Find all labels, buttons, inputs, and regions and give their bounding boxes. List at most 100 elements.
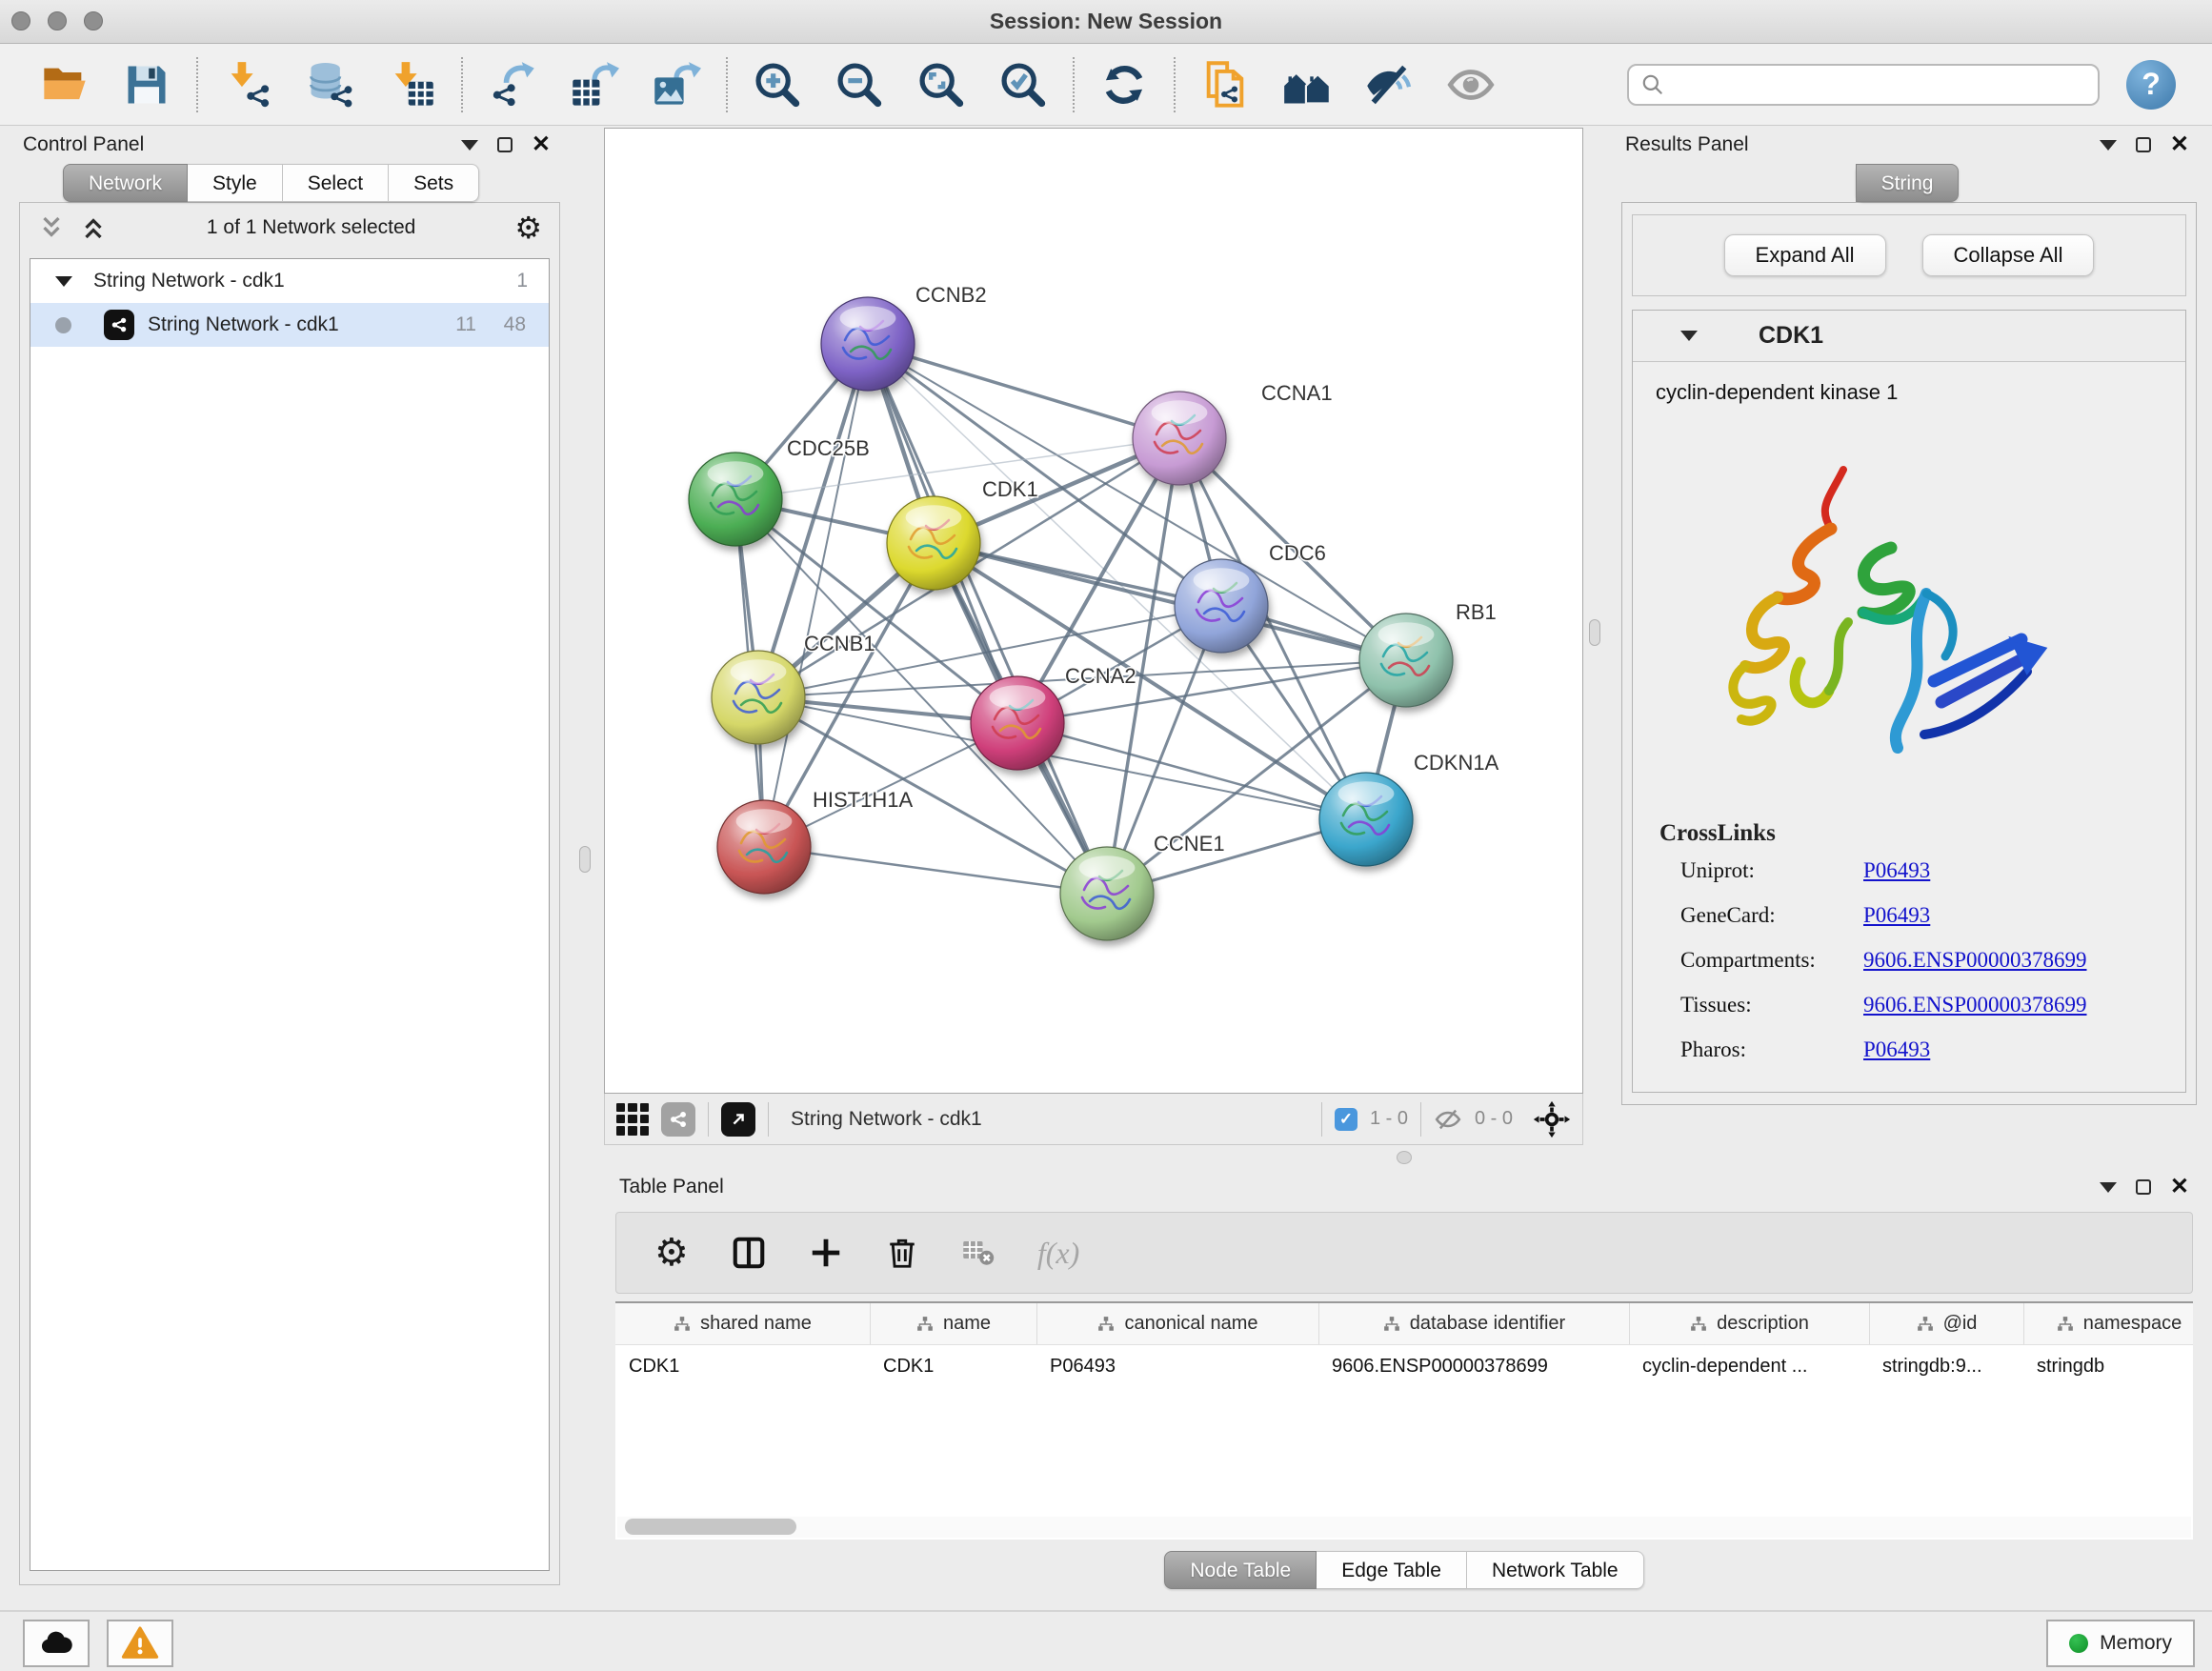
- column-header-name[interactable]: name: [870, 1303, 1036, 1344]
- expand-all-button[interactable]: Expand All: [1724, 234, 1886, 276]
- string-home-button[interactable]: [1282, 60, 1332, 110]
- column-header-database-identifier[interactable]: database identifier: [1318, 1303, 1629, 1344]
- hide-glass-button[interactable]: [1364, 60, 1414, 110]
- hidden-items-icon[interactable]: [1434, 1105, 1462, 1134]
- network-edge[interactable]: [934, 543, 1406, 660]
- network-node-HIST1H1A[interactable]: [717, 800, 811, 894]
- selected-items-checkbox[interactable]: ✓: [1335, 1108, 1357, 1131]
- network-edge[interactable]: [764, 847, 1107, 894]
- float-panel-icon[interactable]: [2136, 1179, 2151, 1195]
- pan-crosshair-icon[interactable]: [1533, 1100, 1571, 1138]
- string-document-button[interactable]: [1200, 60, 1250, 110]
- warnings-button[interactable]: [107, 1620, 173, 1667]
- network-node-CDC6[interactable]: [1175, 559, 1268, 653]
- crosslink-link-uniprot[interactable]: P06493: [1863, 858, 1930, 883]
- table-cell[interactable]: stringdb: [2023, 1345, 2193, 1387]
- help-button[interactable]: ?: [2126, 60, 2176, 110]
- export-table-button[interactable]: [570, 60, 619, 110]
- tab-style[interactable]: Style: [188, 164, 283, 202]
- table-horizontal-scrollbar[interactable]: [617, 1517, 2191, 1538]
- table-cell[interactable]: CDK1: [615, 1345, 870, 1387]
- import-network-button[interactable]: [223, 60, 272, 110]
- collapse-all-button[interactable]: Collapse All: [1922, 234, 2095, 276]
- show-columns-icon[interactable]: [731, 1235, 767, 1271]
- export-network-button[interactable]: [488, 60, 537, 110]
- column-header-id[interactable]: @id: [1869, 1303, 2023, 1344]
- network-node-CCNB1[interactable]: [712, 651, 805, 744]
- network-node-RB1[interactable]: [1359, 614, 1453, 707]
- column-header-canonical-name[interactable]: canonical name: [1036, 1303, 1318, 1344]
- string-network-graph[interactable]: CCNB2CCNA1CDC25BCDK1CDC6RB1CCNB1CCNA2CDK…: [605, 129, 1582, 1093]
- cloud-status-button[interactable]: [23, 1620, 90, 1667]
- close-panel-icon[interactable]: ✕: [2170, 133, 2189, 156]
- import-network-from-database-button[interactable]: [305, 60, 354, 110]
- column-header-shared-name[interactable]: shared name: [615, 1303, 870, 1344]
- table-row[interactable]: CDK1CDK1P064939606.ENSP00000378699cyclin…: [615, 1345, 2193, 1387]
- table-cell[interactable]: stringdb:9...: [1869, 1345, 2023, 1387]
- search-input[interactable]: [1673, 73, 2086, 95]
- network-edge[interactable]: [868, 344, 1179, 438]
- tab-edge-table[interactable]: Edge Table: [1317, 1551, 1467, 1589]
- search-field[interactable]: [1627, 64, 2100, 106]
- window-controls[interactable]: [11, 11, 103, 30]
- panel-menu-icon[interactable]: [2100, 1182, 2117, 1193]
- section-expander-icon[interactable]: [1680, 331, 1698, 341]
- float-panel-icon[interactable]: [497, 137, 513, 152]
- table-cell[interactable]: P06493: [1036, 1345, 1318, 1387]
- close-panel-icon[interactable]: ✕: [532, 133, 551, 156]
- crosslink-link-compartments[interactable]: 9606.ENSP00000378699: [1863, 948, 2087, 973]
- crosslink-link-tissues[interactable]: 9606.ENSP00000378699: [1863, 993, 2087, 1017]
- crosslink-link-genecard[interactable]: P06493: [1863, 903, 1930, 928]
- network-options-gear-icon[interactable]: ⚙: [514, 212, 542, 243]
- close-panel-icon[interactable]: ✕: [2170, 1176, 2189, 1198]
- tab-network[interactable]: Network: [63, 164, 188, 202]
- table-cell[interactable]: CDK1: [870, 1345, 1036, 1387]
- memory-button[interactable]: Memory: [2046, 1620, 2195, 1667]
- network-edge[interactable]: [764, 344, 868, 847]
- detach-view-icon[interactable]: [721, 1102, 755, 1137]
- show-glass-button[interactable]: [1446, 60, 1496, 110]
- tab-select[interactable]: Select: [283, 164, 389, 202]
- panel-menu-icon[interactable]: [461, 140, 478, 151]
- delete-column-trash-icon[interactable]: [885, 1236, 919, 1270]
- close-window-button[interactable]: [11, 11, 30, 30]
- zoom-selected-button[interactable]: [998, 60, 1048, 110]
- collapse-all-icon[interactable]: [37, 213, 66, 242]
- create-column-plus-icon[interactable]: [809, 1236, 843, 1270]
- table-options-gear-icon[interactable]: ⚙: [654, 1234, 689, 1272]
- tab-node-table[interactable]: Node Table: [1164, 1551, 1317, 1589]
- network-node-CDKN1A[interactable]: [1319, 773, 1413, 866]
- network-node-CDK1[interactable]: [887, 496, 980, 590]
- import-table-button[interactable]: [387, 60, 436, 110]
- zoom-window-button[interactable]: [84, 11, 103, 30]
- minimize-window-button[interactable]: [48, 11, 67, 30]
- network-node-CCNA1[interactable]: [1133, 392, 1226, 485]
- left-splitter-grip[interactable]: [579, 846, 591, 873]
- float-panel-icon[interactable]: [2136, 137, 2151, 152]
- scrollbar-thumb[interactable]: [625, 1519, 796, 1535]
- network-row-selected[interactable]: String Network - cdk1 11 48: [30, 303, 549, 347]
- network-node-CCNE1[interactable]: [1060, 847, 1154, 940]
- table-cell[interactable]: 9606.ENSP00000378699: [1318, 1345, 1629, 1387]
- network-view-mode-icon[interactable]: [661, 1102, 695, 1137]
- open-session-button[interactable]: [40, 60, 90, 110]
- column-header-namespace[interactable]: namespace: [2023, 1303, 2193, 1344]
- table-cell[interactable]: cyclin-dependent ...: [1629, 1345, 1869, 1387]
- gene-section-header[interactable]: CDK1: [1633, 311, 2185, 362]
- expand-all-icon[interactable]: [79, 213, 108, 242]
- zoom-in-button[interactable]: [753, 60, 802, 110]
- network-node-CCNB2[interactable]: [821, 297, 915, 391]
- export-image-button[interactable]: [652, 60, 701, 110]
- refresh-button[interactable]: [1099, 60, 1149, 110]
- network-collection-row[interactable]: String Network - cdk1 1: [30, 259, 549, 303]
- tab-network-table[interactable]: Network Table: [1467, 1551, 1644, 1589]
- zoom-fit-button[interactable]: [916, 60, 966, 110]
- column-header-description[interactable]: description: [1629, 1303, 1869, 1344]
- network-view-canvas[interactable]: CCNB2CCNA1CDC25BCDK1CDC6RB1CCNB1CCNA2CDK…: [604, 128, 1583, 1094]
- tab-string[interactable]: String: [1856, 164, 1960, 202]
- zoom-out-button[interactable]: [835, 60, 884, 110]
- collection-expander-icon[interactable]: [55, 276, 72, 287]
- grid-view-icon[interactable]: [616, 1103, 649, 1136]
- panel-menu-icon[interactable]: [2100, 140, 2117, 151]
- network-node-CCNA2[interactable]: [971, 676, 1064, 770]
